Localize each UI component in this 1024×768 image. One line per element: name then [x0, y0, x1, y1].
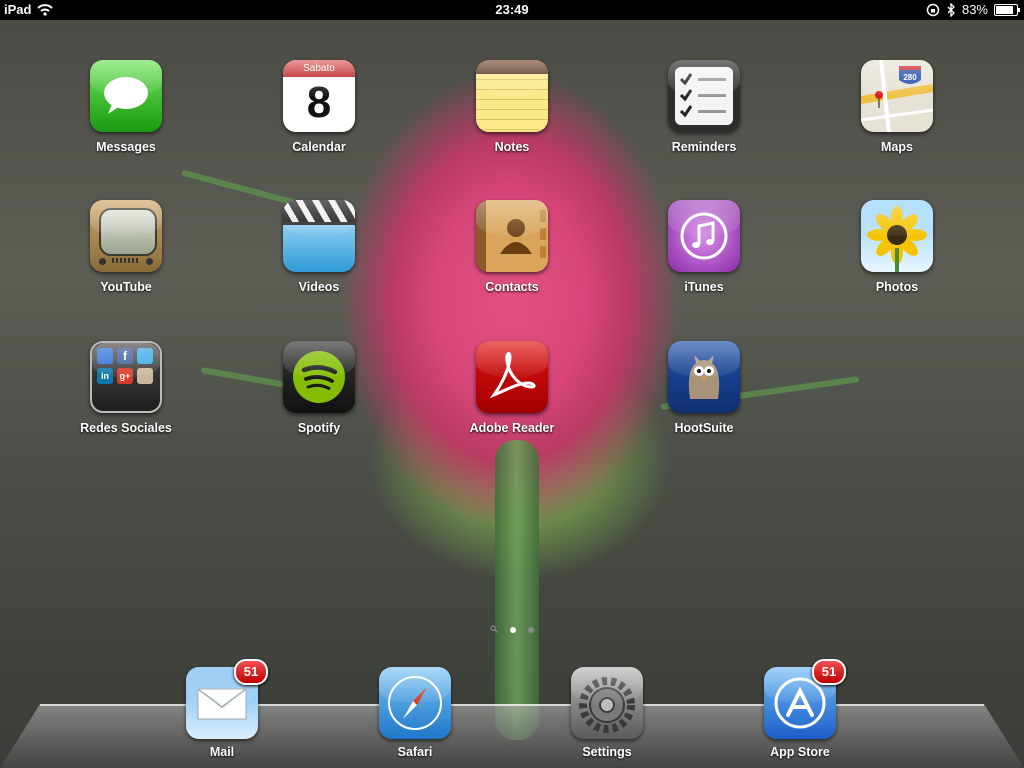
app-label: Messages: [96, 140, 156, 154]
app-settings[interactable]: Settings: [547, 667, 667, 759]
app-calendar[interactable]: Sabato 8 Calendar: [259, 60, 379, 154]
battery-fill: [996, 5, 1013, 14]
foursquare-icon: [97, 348, 113, 364]
mail-badge: 51: [234, 659, 268, 685]
app-maps[interactable]: 280 Maps: [837, 60, 957, 154]
app-label: Spotify: [297, 421, 341, 435]
app-store-badge: 51: [812, 659, 846, 685]
app-messages[interactable]: Messages: [66, 60, 186, 154]
calendar-day: Sabato: [283, 60, 355, 77]
app-notes[interactable]: Notes: [452, 60, 572, 154]
videos-icon: [283, 200, 355, 272]
bluetooth-icon: [947, 2, 955, 17]
notes-icon: [476, 60, 548, 132]
app-label: Safari: [397, 745, 433, 759]
app-spotify[interactable]: Spotify: [259, 341, 379, 435]
app-reminders[interactable]: Reminders: [644, 60, 764, 154]
app-app-store[interactable]: 51 App Store: [740, 659, 860, 759]
app-photos[interactable]: Photos: [837, 200, 957, 294]
app-label: Redes Sociales: [80, 421, 172, 435]
app-label: Contacts: [485, 280, 539, 294]
app-label: Adobe Reader: [469, 421, 555, 435]
itunes-icon: [668, 200, 740, 272]
folder-icon: f in g+: [90, 341, 162, 413]
safari-icon: [379, 667, 451, 739]
app-label: Maps: [881, 140, 913, 154]
app-label: YouTube: [100, 280, 152, 294]
app-label: Settings: [582, 745, 632, 759]
wallpaper-stem: [495, 440, 539, 740]
battery-icon: [994, 3, 1020, 16]
rotation-lock-icon: [926, 3, 940, 16]
app-label: iTunes: [684, 280, 724, 294]
facebook-icon: f: [117, 348, 133, 364]
maps-shield: 280: [903, 73, 917, 82]
settings-icon: [571, 667, 643, 739]
mail-icon: 51: [186, 659, 268, 739]
app-safari[interactable]: Safari: [355, 667, 475, 759]
contacts-icon: [476, 200, 548, 272]
page-indicator[interactable]: [0, 625, 1024, 633]
app-label: App Store: [770, 745, 830, 759]
app-adobe-reader[interactable]: Adobe Reader: [452, 341, 572, 435]
folder-redes-sociales[interactable]: f in g+ Redes Sociales: [66, 341, 186, 435]
battery-percent: 83%: [961, 2, 988, 17]
spotify-icon: [283, 341, 355, 413]
calendar-date: 8: [306, 78, 332, 127]
google-plus-icon: g+: [117, 368, 133, 384]
app-label: Reminders: [671, 140, 737, 154]
app-contacts[interactable]: Contacts: [452, 200, 572, 294]
twitter-icon: [137, 348, 153, 364]
photos-icon: [861, 200, 933, 272]
app-videos[interactable]: Videos: [259, 200, 379, 294]
app-store-icon: 51: [764, 659, 846, 739]
page-dot-2[interactable]: [528, 627, 534, 633]
app-label: Videos: [298, 280, 340, 294]
status-bar: iPad 23:49 83%: [0, 0, 1024, 20]
maps-icon: 280: [861, 60, 933, 132]
messages-icon: [90, 60, 162, 132]
app-label: Photos: [875, 280, 919, 294]
app-itunes[interactable]: iTunes: [644, 200, 764, 294]
spotlight-search-icon[interactable]: [490, 625, 498, 633]
instagram-icon: [137, 368, 153, 384]
hootsuite-icon: [668, 341, 740, 413]
adobe-reader-icon: [476, 341, 548, 413]
reminders-icon: [668, 60, 740, 132]
app-label: Notes: [494, 140, 530, 154]
calendar-icon: Sabato 8: [283, 60, 355, 132]
linkedin-icon: in: [97, 368, 113, 384]
app-hootsuite[interactable]: HootSuite: [644, 341, 764, 435]
youtube-icon: [90, 200, 162, 272]
app-label: HootSuite: [674, 421, 734, 435]
app-label: Mail: [209, 745, 235, 759]
app-mail[interactable]: 51 Mail: [162, 659, 282, 759]
app-label: Calendar: [292, 140, 346, 154]
dock: [0, 704, 1024, 768]
clock: 23:49: [495, 2, 529, 17]
app-youtube[interactable]: YouTube: [66, 200, 186, 294]
page-dot-1[interactable]: [510, 627, 516, 633]
